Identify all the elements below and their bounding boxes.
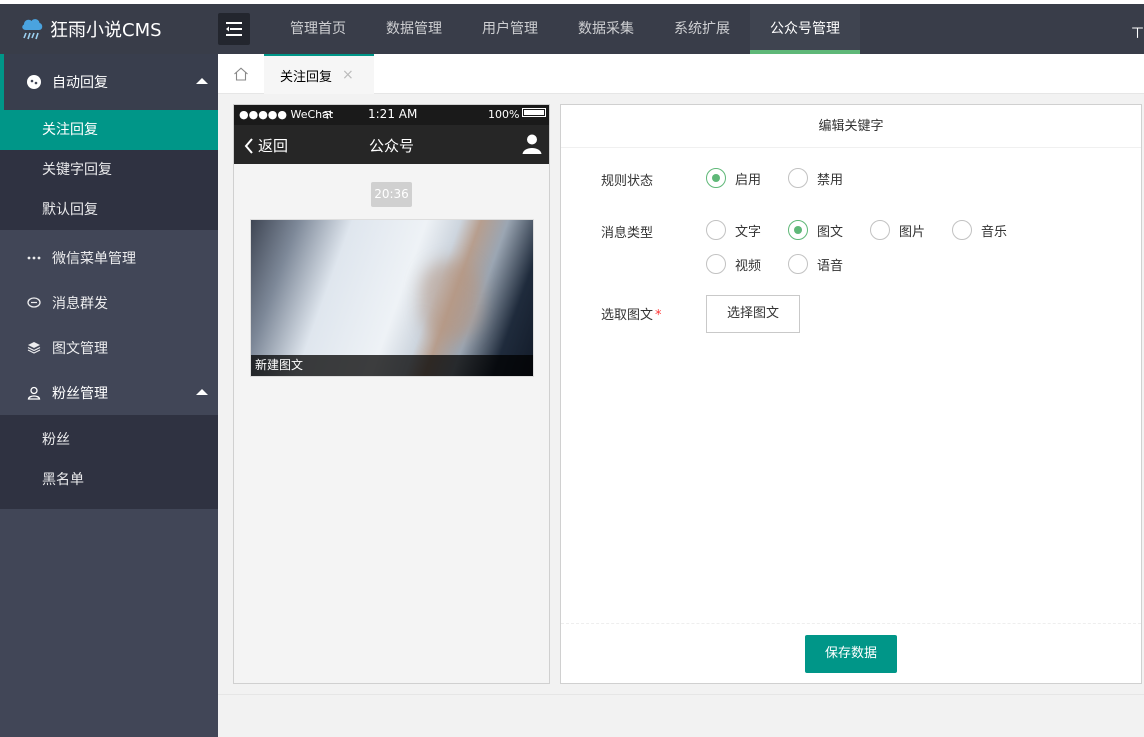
sidebar-item-fans-manage[interactable]: 粉丝管理 (0, 370, 218, 415)
sidebar-submenu-fans: 粉丝 黑名单 (0, 415, 218, 509)
topnav-home[interactable]: 管理首页 (270, 4, 366, 54)
top-header: 狂雨小说CMS 管理首页 数据管理 用户管理 数据采集 系统扩展 公众号管理 ㄒ (0, 0, 1144, 54)
dots-icon (26, 250, 42, 266)
radio-circle (788, 254, 808, 274)
edit-keyword-panel: 编辑关键字 规则状态 启用 禁用 消息类型 文字 图文 图片 音乐 视频 语音 … (560, 104, 1142, 684)
sidebar: 自动回复 关注回复 关键字回复 默认回复 微信菜单管理 消息群发 图文管理 粉丝… (0, 54, 218, 737)
page-tabs: 关注回复 × (218, 54, 1144, 94)
phone-preview: ●●●●● WeChat 1:21 AM 100% 返回 公众号 20:36 新… (233, 104, 550, 684)
sidebar-item-label: 微信菜单管理 (52, 250, 136, 267)
cloud-rain-icon (22, 19, 43, 40)
radio-music[interactable]: 音乐 (952, 220, 1007, 240)
home-tab[interactable] (218, 54, 264, 94)
battery-icon (522, 108, 546, 117)
top-right-glyph[interactable]: ㄒ (1131, 22, 1144, 41)
sidebar-item-label: 自动回复 (52, 75, 108, 91)
sidebar-item-keyword-reply[interactable]: 关键字回复 (0, 150, 218, 190)
phone-nav-bar: 返回 公众号 (234, 125, 549, 164)
radio-label: 文字 (735, 224, 762, 240)
required-mark: * (655, 308, 662, 323)
sidebar-item-follow-reply[interactable]: 关注回复 (0, 110, 218, 150)
wechat-icon (26, 74, 42, 90)
message-type-label: 消息类型 (601, 226, 654, 241)
wifi-icon (322, 111, 333, 119)
phone-carrier: ●●●●● WeChat (239, 108, 334, 121)
sidebar-item-mass-message[interactable]: 消息群发 (0, 280, 218, 325)
radio-circle (788, 220, 808, 240)
sidebar-item-label: 消息群发 (52, 295, 108, 312)
topnav-collect[interactable]: 数据采集 (558, 4, 654, 54)
news-card-caption: 新建图文 (251, 355, 533, 376)
pick-news-label: 选取图文 * (601, 304, 701, 323)
layers-icon (26, 340, 42, 356)
save-data-button[interactable]: 保存数据 (805, 635, 897, 673)
close-icon[interactable]: × (342, 67, 354, 83)
panel-title: 编辑关键字 (561, 105, 1141, 148)
sidebar-item-wechat-menu[interactable]: 微信菜单管理 (0, 235, 218, 280)
radio-circle (952, 220, 972, 240)
rule-status-label: 规则状态 (601, 174, 654, 189)
radio-news[interactable]: 图文 (788, 220, 843, 240)
caret-up-icon (196, 78, 208, 84)
phone-time: 1:21 AM (368, 107, 418, 121)
radio-label: 禁用 (817, 172, 844, 188)
sidebar-item-blacklist[interactable]: 黑名单 (0, 460, 218, 500)
app-logo[interactable]: 狂雨小说CMS (0, 4, 218, 54)
sidebar-group-fans: 粉丝管理 粉丝 黑名单 (0, 370, 218, 509)
user-profile-icon[interactable] (521, 133, 543, 155)
menu-fold-icon (226, 22, 242, 36)
news-card[interactable]: 新建图文 (250, 219, 534, 377)
home-icon (234, 67, 248, 81)
topnav-extensions[interactable]: 系统扩展 (654, 4, 750, 54)
radio-circle (870, 220, 890, 240)
radio-video[interactable]: 视频 (706, 254, 761, 274)
sidebar-item-label: 图文管理 (52, 340, 108, 357)
caret-up-icon (196, 389, 208, 395)
radio-enable[interactable]: 启用 (706, 168, 761, 188)
radio-disable[interactable]: 禁用 (788, 168, 843, 188)
pick-news-label-text: 选取图文 (601, 308, 654, 323)
topnav-data[interactable]: 数据管理 (366, 4, 462, 54)
app-title: 狂雨小说CMS (50, 20, 162, 41)
radio-voice[interactable]: 语音 (788, 254, 843, 274)
phone-status-bar: ●●●●● WeChat 1:21 AM 100% (234, 105, 549, 125)
sidebar-submenu-auto-reply: 关注回复 关键字回复 默认回复 (0, 110, 218, 230)
sidebar-item-label: 粉丝管理 (52, 385, 108, 402)
radio-text[interactable]: 文字 (706, 220, 761, 240)
radio-label: 图片 (899, 224, 926, 240)
phone-title: 公众号 (368, 137, 414, 155)
radio-circle (788, 168, 808, 188)
sidebar-item-fans[interactable]: 粉丝 (0, 420, 218, 460)
sidebar-item-auto-reply[interactable]: 自动回复 (0, 54, 218, 110)
select-news-button[interactable]: 选择图文 (706, 295, 800, 333)
menu-toggle-button[interactable] (218, 13, 250, 45)
radio-label: 视频 (735, 258, 762, 274)
phone-battery-text: 100% (488, 108, 520, 121)
topnav-users[interactable]: 用户管理 (462, 4, 558, 54)
panel-footer: 保存数据 (561, 623, 1141, 683)
user-icon (26, 385, 42, 401)
top-nav: 管理首页 数据管理 用户管理 数据采集 系统扩展 公众号管理 (270, 4, 860, 54)
topnav-wechat[interactable]: 公众号管理 (750, 4, 860, 54)
radio-circle (706, 254, 726, 274)
radio-label: 音乐 (981, 224, 1008, 240)
radio-circle (706, 168, 726, 188)
radio-circle (706, 220, 726, 240)
radio-label: 语音 (817, 258, 844, 274)
news-card-image (421, 260, 481, 340)
sidebar-item-default-reply[interactable]: 默认回复 (0, 190, 218, 230)
message-time-badge: 20:36 (371, 182, 412, 207)
message-icon (26, 295, 42, 311)
sidebar-group-auto-reply: 自动回复 关注回复 关键字回复 默认回复 (0, 54, 218, 230)
radio-label: 启用 (735, 172, 762, 188)
tab-follow-reply[interactable]: 关注回复 × (264, 54, 374, 94)
sidebar-item-news-manage[interactable]: 图文管理 (0, 325, 218, 370)
radio-label: 图文 (817, 224, 844, 240)
radio-image[interactable]: 图片 (870, 220, 925, 240)
content-bottom-area (218, 694, 1144, 737)
tab-label: 关注回复 (280, 69, 333, 85)
